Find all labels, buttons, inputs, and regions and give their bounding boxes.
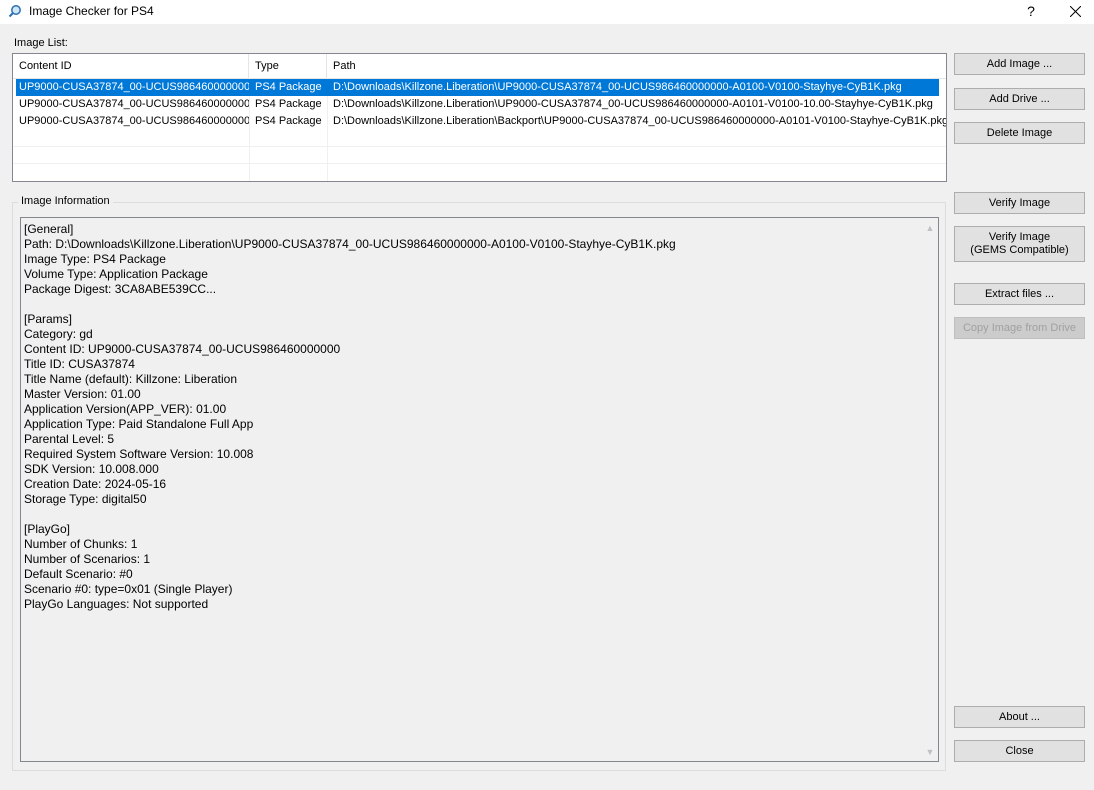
copy-image-from-drive-button[interactable]: Copy Image from Drive [954,317,1085,339]
content-id-cell: UP9000-CUSA37874_00-UCUS986460000000 [19,81,249,93]
info-line: [Params] [24,312,73,326]
info-line: Number of Chunks: 1 [24,537,138,551]
info-line: Default Scenario: #0 [24,567,133,581]
row-divider [13,163,946,164]
table-row[interactable]: UP9000-CUSA37874_00-UCUS986460000000 PS4… [13,113,946,130]
info-line: [General] [24,222,74,236]
verify-gems-label-line1: Verify Image [988,231,1051,243]
info-line: Application Version(APP_VER): 01.00 [24,402,227,416]
scroll-up-arrow-icon[interactable]: ▲ [922,220,938,236]
info-line: Package Digest: 3CA8ABE539CC... [24,282,217,296]
help-button[interactable]: ? [1008,0,1054,24]
path-cell: D:\Downloads\Killzone.Liberation\Backpor… [333,115,946,127]
row-divider [13,146,946,147]
verify-gems-label-line2: (GEMS Compatible) [970,244,1069,256]
info-line: Parental Level: 5 [24,432,115,446]
scroll-down-arrow-icon[interactable]: ▼ [922,744,938,760]
info-line: Volume Type: Application Package [24,267,208,281]
type-cell: PS4 Package [255,115,322,127]
info-line: Image Type: PS4 Package [24,252,166,266]
info-line: PlayGo Languages: Not supported [24,597,209,611]
content-id-cell: UP9000-CUSA37874_00-UCUS986460000000 [19,115,249,127]
info-line: Content ID: UP9000-CUSA37874_00-UCUS9864… [24,342,341,356]
delete-image-button[interactable]: Delete Image [954,122,1085,144]
extract-files-button[interactable]: Extract files ... [954,283,1085,305]
info-line: Title Name (default): Killzone: Liberati… [24,372,237,386]
info-line [24,297,676,312]
path-cell: D:\Downloads\Killzone.Liberation\UP9000-… [333,81,902,93]
title-bar: Image Checker for PS4 ? [0,0,1094,24]
window-close-button[interactable] [1052,0,1094,24]
window-title: Image Checker for PS4 [29,4,154,18]
type-cell: PS4 Package [255,98,322,110]
info-line [24,507,676,522]
content-id-cell: UP9000-CUSA37874_00-UCUS986460000000 [19,98,249,110]
image-list-label: Image List: [14,37,68,49]
info-line: Scenario #0: type=0x01 (Single Player) [24,582,233,596]
add-image-button[interactable]: Add Image ... [954,53,1085,75]
close-button[interactable]: Close [954,740,1085,762]
image-information-label: Image Information [18,195,113,207]
path-cell: D:\Downloads\Killzone.Liberation\UP9000-… [333,98,933,110]
about-button[interactable]: About ... [954,706,1085,728]
info-line: [PlayGo] [24,522,71,536]
verify-image-gems-button[interactable]: Verify Image (GEMS Compatible) [954,226,1085,262]
magnifier-icon [8,4,22,18]
info-line: Category: gd [24,327,93,341]
info-line: Path: D:\Downloads\Killzone.Liberation\U… [24,237,676,251]
add-drive-button[interactable]: Add Drive ... [954,88,1085,110]
verify-image-button[interactable]: Verify Image [954,192,1085,214]
image-list[interactable]: Content ID Type Path UP9000-CUSA37874_00… [12,53,947,182]
column-header-path[interactable]: Path [327,54,946,78]
table-row[interactable]: UP9000-CUSA37874_00-UCUS986460000000 PS4… [13,79,946,96]
image-information-textbox[interactable]: [General] Path: D:\Downloads\Killzone.Lib… [20,217,939,762]
info-line: Application Type: Paid Standalone Full A… [24,417,254,431]
info-line: SDK Version: 10.008.000 [24,462,159,476]
column-header-type[interactable]: Type [249,54,327,78]
info-line: Number of Scenarios: 1 [24,552,151,566]
info-line: Required System Software Version: 10.008 [24,447,254,461]
info-line: Title ID: CUSA37874 [24,357,135,371]
type-cell: PS4 Package [255,81,322,93]
close-icon [1069,4,1081,20]
info-line: Storage Type: digital50 [24,492,147,506]
table-row[interactable]: UP9000-CUSA37874_00-UCUS986460000000 PS4… [13,96,946,113]
info-line: Creation Date: 2024-05-16 [24,477,167,491]
column-header-content-id[interactable]: Content ID [13,54,249,78]
image-information-text: [General] Path: D:\Downloads\Killzone.Lib… [24,222,676,612]
info-line: Master Version: 01.00 [24,387,141,401]
list-header: Content ID Type Path [13,54,946,79]
